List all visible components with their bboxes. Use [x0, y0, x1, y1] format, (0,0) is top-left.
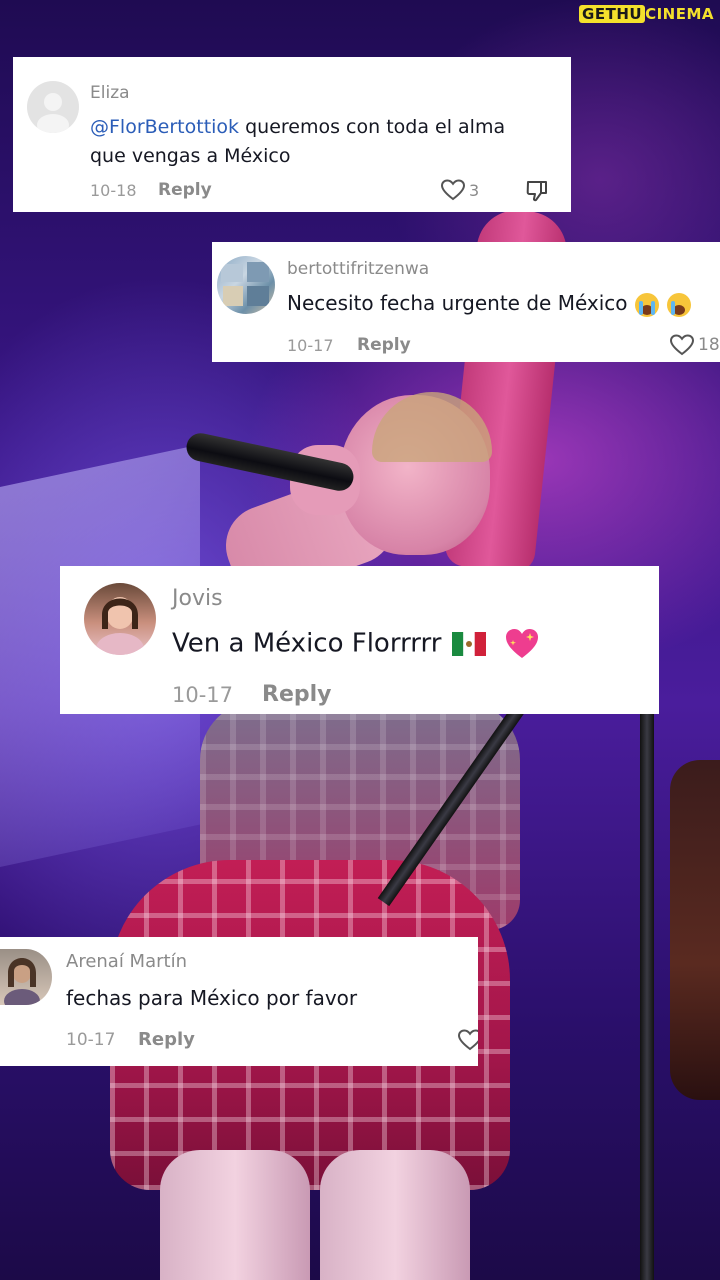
comment-date: 10-18	[90, 181, 137, 200]
heart-icon	[458, 1029, 478, 1051]
comment-author[interactable]: bertottifritzenwa	[287, 259, 429, 279]
comment-card-jovis: Jovis Ven a México Florrrrr 10-17 Reply	[60, 566, 659, 714]
like-button[interactable]	[458, 1029, 478, 1051]
comment-text-line2: que vengas a México	[90, 145, 291, 167]
loudly-crying-face-icon-2	[667, 292, 692, 317]
mic-stand	[640, 680, 654, 1280]
comment-date: 10-17	[287, 336, 334, 355]
photo-collage-avatar[interactable]	[217, 256, 275, 314]
comment-text-line1: queremos con toda el alma	[239, 116, 506, 138]
left-leg	[160, 1150, 310, 1280]
comment-text: fechas para México por favor	[66, 986, 358, 1010]
reply-button[interactable]: Reply	[158, 180, 212, 200]
dislike-button[interactable]	[525, 179, 549, 203]
thumbs-down-icon	[526, 181, 547, 202]
heart-icon	[441, 179, 465, 201]
comment-text: Necesito fecha urgente de México	[287, 291, 692, 318]
comment-text-body: Ven a México Florrrrr	[172, 628, 442, 659]
comment-text-body: Necesito fecha urgente de México	[287, 291, 628, 315]
mention-link[interactable]: @FlorBertottiok	[90, 116, 239, 138]
watermark-logo: GETHU CINEMA	[579, 5, 714, 23]
comment-author[interactable]: Eliza	[90, 83, 130, 103]
like-button[interactable]: 3	[441, 179, 479, 201]
reply-button[interactable]: Reply	[262, 682, 332, 707]
comment-date: 10-17	[66, 1030, 116, 1050]
reply-button[interactable]: Reply	[357, 335, 411, 355]
comment-text: @FlorBertottiok queremos con toda el alm…	[90, 113, 505, 171]
comment-text: Ven a México Florrrrr	[172, 627, 540, 661]
like-button[interactable]: 18	[670, 334, 720, 356]
comment-card-eliza: Eliza @FlorBertottiok queremos con toda …	[13, 57, 571, 212]
comment-author[interactable]: Arenaí Martín	[66, 951, 187, 972]
portrait-avatar[interactable]	[0, 949, 52, 1005]
sparkling-heart-icon	[506, 629, 538, 658]
default-avatar-icon[interactable]	[27, 81, 79, 133]
microphone	[183, 430, 357, 494]
loudly-crying-face-icon	[634, 292, 659, 317]
reply-button[interactable]: Reply	[138, 1029, 195, 1050]
comment-card-arenai: Arenaí Martín fechas para México por fav…	[0, 937, 478, 1066]
guitarist	[670, 760, 720, 1100]
comment-author[interactable]: Jovis	[172, 586, 223, 611]
mexico-flag-icon	[451, 632, 486, 656]
watermark-prefix: GETHU	[579, 5, 646, 23]
like-count: 18	[698, 335, 720, 355]
heart-icon	[670, 334, 694, 356]
comment-card-bertottifritzenwa: bertottifritzenwa Necesito fecha urgente…	[212, 242, 720, 362]
selfie-avatar[interactable]	[84, 583, 156, 655]
comment-date: 10-17	[172, 683, 234, 707]
right-leg	[320, 1150, 470, 1280]
watermark-suffix: CINEMA	[645, 5, 714, 23]
like-count: 3	[469, 180, 480, 200]
